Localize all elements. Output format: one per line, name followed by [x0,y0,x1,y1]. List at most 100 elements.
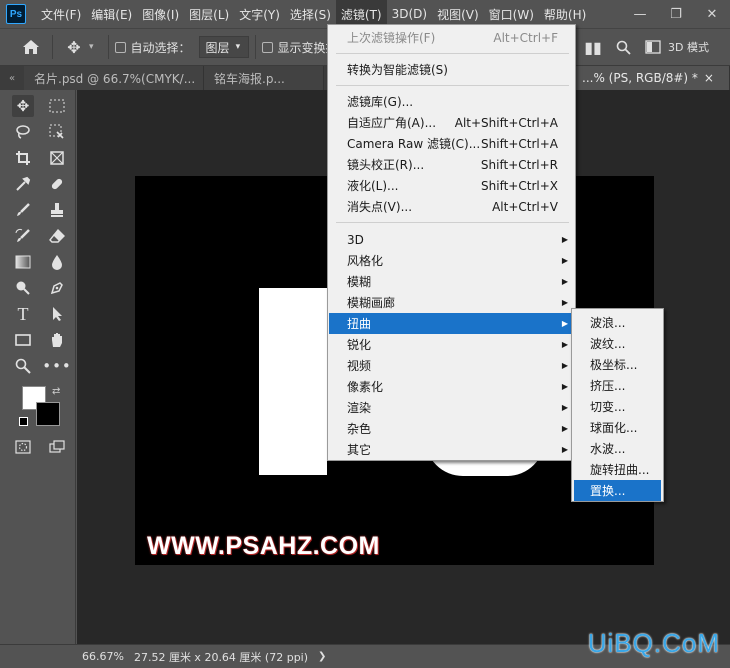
home-icon[interactable] [16,32,46,62]
menu-item-adaptive-wide-angle[interactable]: 自适应广角(A)... Alt+Shift+Ctrl+A [329,112,574,133]
rectangle-tool-icon[interactable] [12,329,34,351]
background-color-swatch[interactable] [36,402,60,426]
menu-item-noise[interactable]: 杂色 ▶ [329,418,574,439]
document-info[interactable]: 27.52 厘米 x 20.64 厘米 (72 ppi) [134,649,308,665]
menu-separator [336,222,569,223]
screen-mode-icon[interactable] [46,436,68,458]
collapse-panels-icon[interactable]: « [0,66,24,90]
minimize-button[interactable]: — [622,0,658,28]
submenu-item-displace[interactable]: 置换... [574,480,661,501]
auto-select-value: 图层 [205,40,230,55]
menu-separator [336,85,569,86]
menu-layer[interactable]: 图层(L) [184,0,234,28]
options-right-group: ▮▮ 3D 模式 [578,32,709,62]
menu-item-other[interactable]: 其它 ▶ [329,439,574,460]
tab-active-document[interactable]: ...% (PS, RGB/8#) * × [560,66,730,90]
move-tool-icon[interactable]: ✥ [12,95,34,117]
menu-item-convert-smart-filter[interactable]: 转换为智能滤镜(S) [329,59,574,80]
submenu-item-shear[interactable]: 切变... [574,396,661,417]
clone-stamp-tool-icon[interactable] [46,199,68,221]
lasso-tool-icon[interactable] [12,121,34,143]
quick-mask-icon[interactable] [12,436,34,458]
default-colors-icon[interactable] [19,417,28,426]
menu-item-filter-gallery[interactable]: 滤镜库(G)... [329,91,574,112]
type-tool-icon[interactable]: T [12,303,34,325]
separator [254,35,256,59]
dodge-tool-icon[interactable] [12,277,34,299]
workspace-icon[interactable] [638,32,668,62]
separator [52,35,53,59]
hand-tool-icon[interactable] [46,329,68,351]
submenu-arrow-icon: ▶ [561,256,568,265]
menu-item-distort[interactable]: 扭曲 ▶ [329,313,574,334]
menu-item-camera-raw[interactable]: Camera Raw 滤镜(C)... Shift+Ctrl+A [329,133,574,154]
menu-edit[interactable]: 编辑(E) [86,0,137,28]
menu-type[interactable]: 文字(Y) [234,0,285,28]
auto-select-label: 自动选择： [130,40,191,55]
menu-separator [336,53,569,54]
menu-item-sharpen[interactable]: 锐化 ▶ [329,334,574,355]
menu-item-render[interactable]: 渲染 ▶ [329,397,574,418]
mode-3d-label[interactable]: 3D 模式 [668,39,709,55]
menu-item-last-filter[interactable]: 上次滤镜操作(F) Alt+Ctrl+F [329,27,574,48]
show-transform-checkbox[interactable] [261,41,273,53]
eyedropper-tool-icon[interactable] [12,173,34,195]
search-icon[interactable] [608,32,638,62]
submenu-arrow-icon: ▶ [561,403,568,412]
menu-item-video[interactable]: 视频 ▶ [329,355,574,376]
swap-colors-icon[interactable]: ⇄ [52,386,60,397]
menu-item-stylize[interactable]: 风格化 ▶ [329,250,574,271]
gradient-tool-icon[interactable] [12,251,34,273]
menu-item-pixelate[interactable]: 像素化 ▶ [329,376,574,397]
submenu-arrow-icon: ▶ [561,424,568,433]
submenu-arrow-icon: ▶ [561,298,568,307]
history-brush-tool-icon[interactable] [12,225,34,247]
submenu-arrow-icon: ▶ [561,340,568,349]
close-button[interactable]: ✕ [694,0,730,28]
menu-item-liquify[interactable]: 液化(L)... Shift+Ctrl+X [329,175,574,196]
more-tools-icon[interactable]: ••• [42,355,71,377]
move-tool-icon[interactable]: ✥ [59,32,89,62]
blur-tool-icon[interactable] [46,251,68,273]
submenu-item-twirl[interactable]: 旋转扭曲... [574,459,661,480]
menu-item-vanishing-point[interactable]: 消失点(V)... Alt+Ctrl+V [329,196,574,217]
separator [107,35,109,59]
crop-tool-icon[interactable] [12,147,34,169]
brush-tool-icon[interactable] [12,199,34,221]
canvas-watermark-text: WWW.PSAHZ.COM [147,532,380,560]
submenu-item-ripple[interactable]: 波纹... [574,333,661,354]
submenu-item-zigzag[interactable]: 水波... [574,438,661,459]
zoom-level[interactable]: 66.67% [82,650,124,663]
zoom-tool-icon[interactable] [12,355,34,377]
menu-item-blur-gallery[interactable]: 模糊画廊 ▶ [329,292,574,313]
tab-close-icon[interactable]: × [704,71,714,85]
menu-item-blur[interactable]: 模糊 ▶ [329,271,574,292]
menu-image[interactable]: 图像(I) [137,0,184,28]
frame-tool-icon[interactable] [46,147,68,169]
status-menu-arrow-icon[interactable]: ❯ [318,651,326,662]
chevron-down-icon[interactable]: ▾ [89,42,94,52]
submenu-item-pinch[interactable]: 挤压... [574,375,661,396]
healing-brush-tool-icon[interactable] [46,173,68,195]
tab-car-poster[interactable]: 铭车海报.p... [204,66,324,90]
marquee-tool-icon[interactable] [46,95,68,117]
restore-button[interactable]: ❐ [658,0,694,28]
tab-business-card[interactable]: 名片.psd @ 66.7%(CMYK/... × [24,66,213,90]
submenu-arrow-icon: ▶ [561,361,568,370]
menu-file[interactable]: 文件(F) [36,0,86,28]
object-selection-tool-icon[interactable] [46,121,68,143]
auto-select-dropdown[interactable]: 图层 ▾ [198,36,249,58]
submenu-item-spherize[interactable]: 球面化... [574,417,661,438]
menu-item-lens-correction[interactable]: 镜头校正(R)... Shift+Ctrl+R [329,154,574,175]
path-selection-tool-icon[interactable] [46,303,68,325]
eraser-tool-icon[interactable] [46,225,68,247]
submenu-item-polar-coordinates[interactable]: 极坐标... [574,354,661,375]
site-watermark-logo: UiBQ.CoM [587,628,720,658]
distribute-icon[interactable]: ▮▮ [578,32,608,62]
pen-tool-icon[interactable] [46,277,68,299]
submenu-arrow-icon: ▶ [561,277,568,286]
auto-select-checkbox[interactable] [114,41,126,53]
menu-item-3d[interactable]: 3D ▶ [329,229,574,250]
chevron-down-icon: ▾ [235,42,241,52]
submenu-item-wave[interactable]: 波浪... [574,312,661,333]
